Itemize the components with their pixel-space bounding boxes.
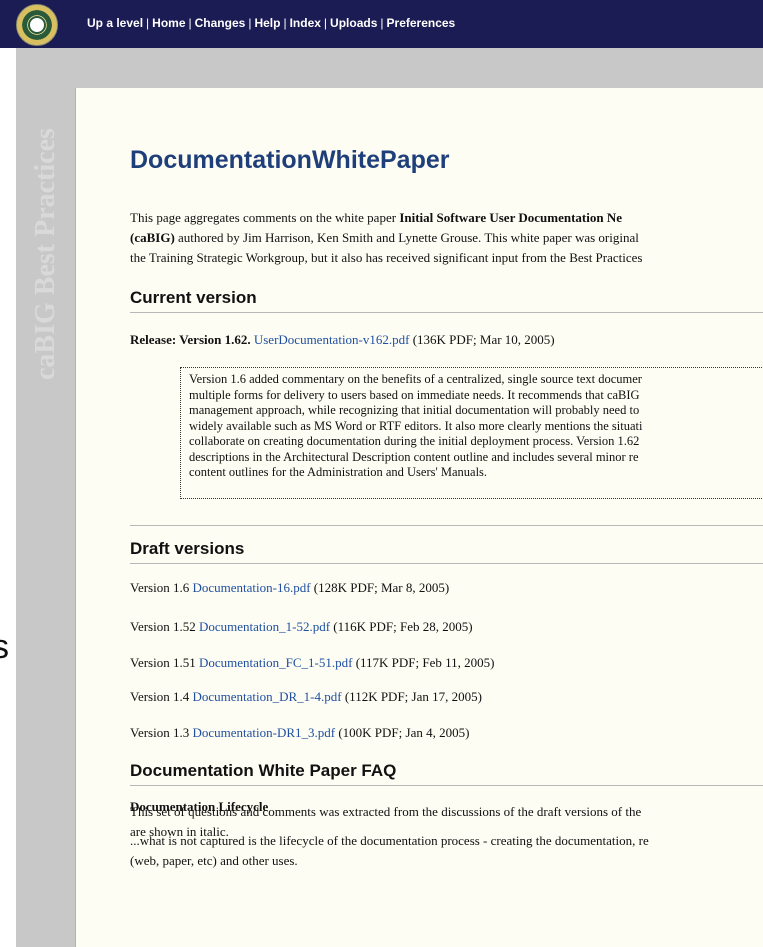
version-label: Version 1.6 <box>130 580 193 595</box>
sidebar-title-text: caBIG Best Practices <box>30 128 61 380</box>
release-meta: (136K PDF; Mar 10, 2005) <box>409 332 555 347</box>
top-navigation-bar: Up a level | Home | Changes | Help | Index | Uploa… <box>0 0 763 48</box>
header-gray-band <box>75 48 763 88</box>
nav-separator: | <box>283 16 287 30</box>
nav-preferences-link[interactable]: Preferences <box>387 16 456 30</box>
draft-version-item: Version 1.52 Documentation_1-52.pdf (116… <box>130 619 473 635</box>
notes-line: descriptions in the Architectural Descri… <box>189 449 639 464</box>
version-meta: (128K PDF; Mar 8, 2005) <box>310 580 450 595</box>
release-line: Release: Version 1.62. UserDocumentation… <box>130 330 555 350</box>
section-divider <box>130 525 763 526</box>
intro-text: This page aggregates comments on the whi… <box>130 210 400 225</box>
draft-version-item: Version 1.6 Documentation-16.pdf (128K P… <box>130 580 449 596</box>
version-label: Version 1.3 <box>130 725 193 740</box>
draft-versions-heading: Draft versions <box>130 539 763 564</box>
draft-version-item: Version 1.3 Documentation-DR1_3.pdf (100… <box>130 725 469 741</box>
cabig-bold: (caBIG) <box>130 230 175 245</box>
version-meta: (117K PDF; Feb 11, 2005) <box>352 655 495 670</box>
draft-pdf-link[interactable]: Documentation-DR1_3.pdf <box>192 725 335 740</box>
nav-separator: | <box>248 16 252 30</box>
release-pdf-link[interactable]: UserDocumentation-v162.pdf <box>254 332 410 347</box>
version-label: Version 1.51 <box>130 655 199 670</box>
notes-line: Version 1.6 added commentary on the bene… <box>189 372 642 386</box>
heading-rule <box>130 563 763 564</box>
draft-pdf-link[interactable]: Documentation_DR_1-4.pdf <box>192 689 341 704</box>
version-meta: (116K PDF; Feb 28, 2005) <box>330 619 473 634</box>
faq-text: (web, paper, etc) and other uses. <box>130 853 298 868</box>
sidebar-vertical-title: caBIG Best Practices <box>30 92 62 382</box>
heading-text: Current version <box>130 288 257 307</box>
faq-subheading: Documentation Lifecycle <box>130 799 269 814</box>
version-meta: (112K PDF; Jan 17, 2005) <box>341 689 482 704</box>
paper-title-bold: Initial Software User Documentation Ne <box>399 210 622 225</box>
heading-text: Documentation White Paper FAQ <box>130 761 397 780</box>
stray-text-fragment: s <box>0 628 9 666</box>
nav-separator: | <box>146 16 150 30</box>
page-body: DocumentationWhitePaper This page aggreg… <box>75 88 763 947</box>
nav-home-link[interactable]: Home <box>152 16 185 30</box>
version-label: Version 1.52 <box>130 619 199 634</box>
release-label: Release: Version 1.62. <box>130 332 251 347</box>
version-meta: (100K PDF; Jan 4, 2005) <box>335 725 470 740</box>
version-notes-box: Version 1.6 added commentary on the bene… <box>180 367 763 499</box>
draft-pdf-link[interactable]: Documentation_1-52.pdf <box>199 619 330 634</box>
intro-paragraph: This page aggregates comments on the whi… <box>130 208 642 268</box>
nav-links: Up a level | Home | Changes | Help | Index | Uploa… <box>87 16 455 30</box>
nav-separator: | <box>188 16 192 30</box>
notes-line: management approach, while recognizing t… <box>189 403 640 417</box>
intro-text: the Training Strategic Workgroup, but it… <box>130 250 643 265</box>
current-version-heading: Current version <box>130 288 763 313</box>
heading-text: Draft versions <box>130 539 245 558</box>
page-title: DocumentationWhitePaper <box>130 146 450 174</box>
nav-separator: | <box>380 16 384 30</box>
notes-line: multiple forms for delivery to users bas… <box>189 387 640 402</box>
nav-index-link[interactable]: Index <box>290 16 321 30</box>
nav-help-link[interactable]: Help <box>254 16 280 30</box>
version-label: Version 1.4 <box>130 689 193 704</box>
intro-text: authored by Jim Harrison, Ken Smith and … <box>174 230 639 245</box>
nav-changes-link[interactable]: Changes <box>195 16 246 30</box>
draft-version-item: Version 1.51 Documentation_FC_1-51.pdf (… <box>130 655 494 671</box>
faq-heading: Documentation White Paper FAQ <box>130 761 763 786</box>
notes-line: content outlines for the Administration … <box>189 465 488 479</box>
notes-line: collaborate on creating documentation du… <box>189 434 640 448</box>
faq-text: ...what is not captured is the lifecycle… <box>130 833 649 848</box>
nav-separator: | <box>323 16 328 30</box>
page-content: DocumentationWhitePaper This page aggreg… <box>130 88 763 947</box>
lifecycle-paragraph: ...what is not captured is the lifecycle… <box>130 831 649 871</box>
heading-rule <box>130 312 763 313</box>
university-seal-logo-icon[interactable] <box>16 4 58 46</box>
draft-pdf-link[interactable]: Documentation-16.pdf <box>192 580 310 595</box>
draft-version-item: Version 1.4 Documentation_DR_1-4.pdf (11… <box>130 689 482 705</box>
draft-pdf-link[interactable]: Documentation_FC_1-51.pdf <box>199 655 352 670</box>
heading-rule <box>130 785 763 786</box>
nav-uploads-link[interactable]: Uploads <box>330 16 377 30</box>
nav-up-a-level-link[interactable]: Up a level <box>87 16 143 30</box>
notes-line: widely available such as MS Word or RTF … <box>189 418 643 433</box>
